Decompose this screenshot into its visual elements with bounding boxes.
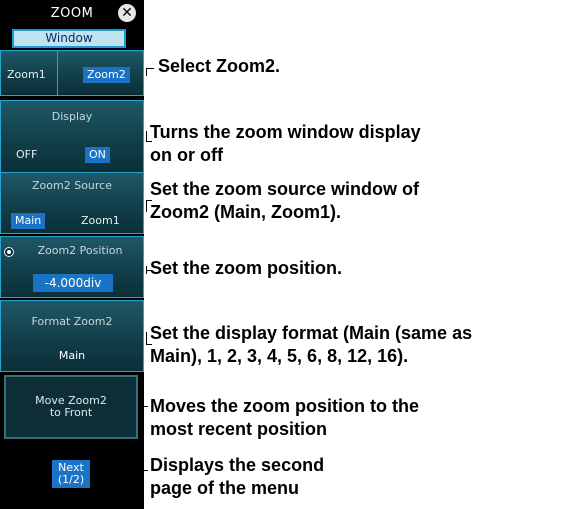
next-page-button[interactable]: Next (1/2): [52, 460, 90, 488]
leader-line: [146, 68, 147, 76]
next-button-line2: (1/2): [57, 473, 85, 486]
display-on-option[interactable]: ON: [85, 147, 110, 163]
display-off-option[interactable]: OFF: [16, 147, 37, 163]
window-tab[interactable]: Window: [12, 29, 126, 48]
callout-display-line1: Turns the zoom window display: [150, 122, 421, 142]
zoom-select-softkey[interactable]: Zoom1 Zoom2: [0, 50, 144, 96]
leader-line: [146, 332, 147, 344]
leader-line: [146, 131, 147, 141]
callout-source-line2: Zoom2 (Main, Zoom1).: [150, 202, 341, 222]
callout-next-line2: page of the menu: [150, 478, 300, 498]
callout-source-line1: Set the zoom source window of: [150, 179, 420, 199]
callout-select-zoom2: Select Zoom2.: [158, 56, 281, 76]
move-zoom2-to-front-button[interactable]: Move Zoom2 to Front: [4, 375, 138, 439]
leader-line: [146, 344, 152, 345]
source-main-option[interactable]: Main: [11, 213, 46, 229]
display-label: Display: [51, 110, 93, 123]
callout-move-line1: Moves the zoom position to the: [150, 396, 419, 416]
leader-line: [146, 68, 154, 69]
callout-position: Set the zoom position.: [150, 258, 342, 278]
callout-move-line2: most recent position: [150, 419, 328, 439]
position-value-field[interactable]: -4.000div: [33, 274, 113, 292]
leader-line: [142, 406, 148, 407]
position-softkey[interactable]: Zoom2 Position -4.000div: [0, 236, 144, 298]
display-softkey[interactable]: Display OFF ON: [0, 100, 144, 174]
callout-format-line1: Set the display format (Main (same as: [150, 323, 473, 343]
position-label: Zoom2 Position: [37, 244, 123, 257]
format-value: Main: [58, 349, 86, 362]
zoom2-option[interactable]: Zoom2: [83, 67, 130, 83]
zoom1-option[interactable]: Zoom1: [7, 67, 46, 83]
leader-line: [146, 200, 147, 212]
source-zoom1-option[interactable]: Zoom1: [81, 213, 120, 229]
callout-format-line2: Main), 1, 2, 3, 4, 5, 6, 8, 12, 16).: [150, 346, 409, 366]
close-icon[interactable]: ✕: [118, 4, 136, 22]
format-softkey[interactable]: Format Zoom2 Main: [0, 300, 144, 372]
source-label: Zoom2 Source: [32, 179, 112, 192]
leader-line: [142, 470, 148, 471]
leader-line: [146, 200, 152, 201]
format-label: Format Zoom2: [31, 315, 113, 328]
source-softkey[interactable]: Zoom2 Source Main Zoom1: [0, 172, 144, 234]
callout-display-line2: on or off: [150, 145, 223, 165]
move-button-line2: to Front: [49, 406, 93, 419]
zoom-menu-panel: ZOOM ✕ Window Zoom1 Zoom2 Display OFF ON…: [0, 0, 144, 509]
leader-line: [142, 460, 143, 470]
callout-next-line1: Displays the second: [150, 455, 325, 475]
